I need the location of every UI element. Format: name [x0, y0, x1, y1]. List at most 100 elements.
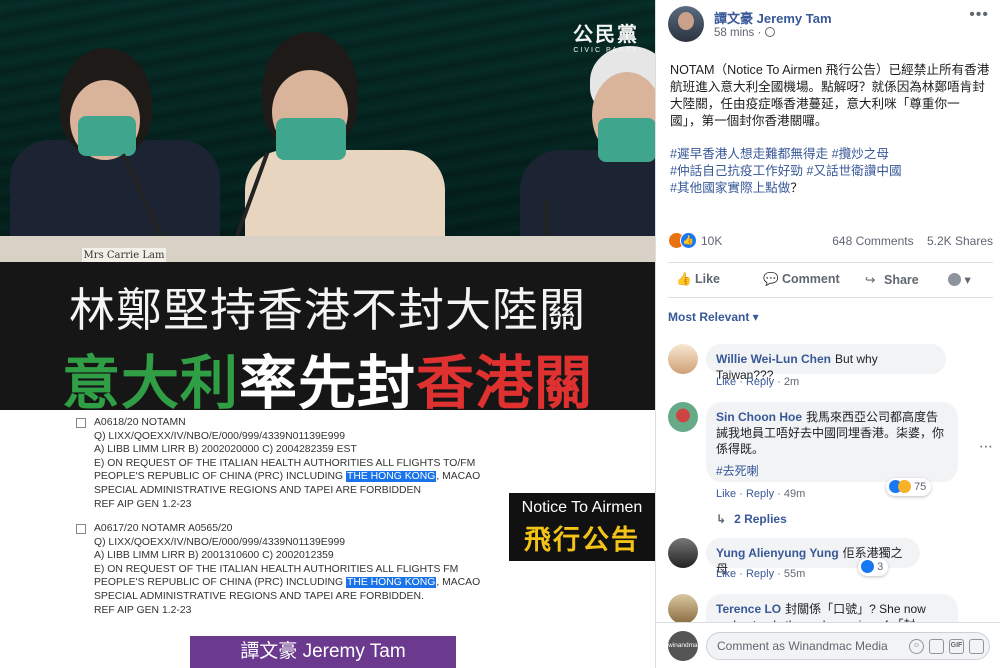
share-button[interactable]: ↪ Share	[865, 272, 919, 287]
notam-line: REF AIP GEN 1.2-23	[94, 604, 192, 616]
more-options-icon[interactable]: •••	[969, 6, 989, 24]
commenter-name[interactable]: Terence LO	[716, 602, 781, 616]
comment-actions: Like · Reply · 2m	[716, 376, 800, 388]
smiley-icon[interactable]: ☺	[909, 639, 924, 654]
commenter-name[interactable]: Sin Choon Hoe	[716, 410, 802, 424]
comment-reactions[interactable]: 3	[858, 558, 889, 576]
sad-reaction-icon	[898, 480, 911, 493]
hashtag-link[interactable]: #又話世衛讚中國	[806, 164, 901, 178]
screenshot: Mrs Carrie Lam 公民黨 CIVIC PARTY 林鄭堅持香港不封大…	[0, 0, 1000, 668]
comment-button[interactable]: 💬 Comment	[763, 272, 840, 287]
headline-part: 意大利	[61, 351, 239, 416]
post-meta: 58 mins ·	[714, 27, 775, 39]
notam-line: E) ON REQUEST OF THE ITALIAN HEALTH AUTH…	[94, 563, 459, 575]
globe-icon	[948, 273, 961, 286]
notam-line: PEOPLE'S REPUBLIC OF CHINA (PRC) INCLUDI…	[94, 576, 480, 590]
notam-line: Q) LIXX/QOEXX/IV/NBO/E/000/999/4339N0113…	[94, 430, 346, 442]
share-button-label: Share	[884, 273, 919, 287]
party-logo-zh: 公民黨	[573, 24, 639, 46]
audience-selector[interactable]: ▾	[948, 272, 971, 287]
commenter-avatar[interactable]	[668, 402, 698, 432]
post-counts: 648 Comments 5.2K Shares	[832, 234, 993, 248]
comment-bubble: Yung Alienyung Yung 佢系港獨之母	[706, 538, 920, 576]
hashtag-link[interactable]: #遲早香港人想走難都無得走	[670, 147, 828, 161]
notam-tag: Notice To Airmen 飛行公告	[509, 493, 655, 561]
notam-line: PEOPLE'S REPUBLIC OF CHINA (PRC) INCLUDI…	[94, 470, 480, 484]
comment-reaction-count: 75	[914, 481, 927, 493]
post-image[interactable]: Mrs Carrie Lam 公民黨 CIVIC PARTY 林鄭堅持香港不封大…	[0, 0, 655, 668]
sticker-icon[interactable]	[969, 639, 984, 654]
post-hashtags: #遲早香港人想走難都無得走 #攬炒之母 #仲話自己抗疫工作好勁 #又話世衛讚中國 #…	[670, 146, 990, 197]
view-replies-link[interactable]: ↳ 2 Replies	[716, 512, 787, 526]
post-text: NOTAM（Notice To Airmen 飛行公告）已經禁止所有香港航班進入…	[670, 63, 990, 128]
comment-time[interactable]: 49m	[784, 488, 805, 500]
comment-composer: winandmac Comment as Winandmac Media ☺ G…	[656, 622, 1000, 668]
replies-count: 2 Replies	[734, 512, 787, 526]
hashtag-link[interactable]: #仲話自己抗疫工作好勁	[670, 164, 803, 178]
headline-banner: 林鄭堅持香港不封大陸關 意大利率先封香港關	[0, 262, 655, 416]
like-reaction-icon: 👍	[680, 232, 697, 249]
notam-text: PEOPLE'S REPUBLIC OF CHINA (PRC) INCLUDI…	[94, 471, 346, 483]
reply-arrow-icon: ↳	[716, 512, 727, 526]
comment-button-label: Comment	[782, 272, 840, 286]
comment-reply-link[interactable]: Reply	[746, 376, 774, 388]
like-button[interactable]: 👍 Like	[676, 272, 720, 287]
comment-bubble: Sin Choon Hoe 我馬來西亞公司都高度告誡我地員工唔好去中國同埋香港。柒…	[706, 402, 958, 482]
comment-like-link[interactable]: Like	[716, 376, 736, 388]
gif-icon[interactable]: GIF	[949, 639, 964, 654]
comments-count[interactable]: 648 Comments	[832, 234, 913, 248]
composer-avatar[interactable]: winandmac	[668, 631, 701, 661]
notam-entry: A0617/20 NOTAMR A0565/20 Q) LIXX/QOEXX/IV…	[76, 522, 480, 617]
comment-more-icon[interactable]: ⋯	[979, 438, 993, 455]
commenter-avatar[interactable]	[668, 594, 698, 624]
headline-line1: 林鄭堅持香港不封大陸關	[69, 284, 586, 336]
hashtag-suffix: ？	[790, 181, 803, 195]
comment-hashtag[interactable]: #去死喇	[716, 463, 948, 479]
hashtag-link[interactable]: #其他國家實際上點做	[670, 181, 790, 195]
comment-input[interactable]: Comment as Winandmac Media ☺ GIF	[706, 632, 990, 660]
notam-tag-zh: 飛行公告	[524, 525, 640, 555]
chevron-down-icon: ▾	[964, 273, 971, 287]
comment-icon: 💬	[763, 272, 779, 286]
press-conference-photo: Mrs Carrie Lam 公民黨 CIVIC PARTY	[0, 0, 655, 270]
commenter-avatar[interactable]	[668, 344, 698, 374]
notam-line: Q) LIXX/QOEXX/IV/NBO/E/000/999/4339N0113…	[94, 536, 346, 548]
post-actions: 👍 Like 💬 Comment ↪ Share ▾	[668, 262, 993, 298]
comment-like-link[interactable]: Like	[716, 488, 736, 500]
author-avatar[interactable]	[668, 6, 704, 42]
notam-line: SPECIAL ADMINISTRATIVE REGIONS AND TAPEI…	[94, 484, 421, 496]
notam-line: A) LIBB LIMM LIRR B) 2002020000 C) 20042…	[94, 444, 357, 456]
facebook-post-panel: 譚文豪 Jeremy Tam 58 mins · ••• NOTAM（Notic…	[655, 0, 1000, 668]
comment-time[interactable]: 55m	[784, 568, 805, 580]
comment-reactions[interactable]: 75	[886, 478, 932, 496]
commenter-avatar[interactable]	[668, 538, 698, 568]
thumbs-up-icon: 👍	[676, 272, 692, 286]
commenter-name[interactable]: Willie Wei-Lun Chen	[716, 352, 831, 366]
notam-lines: A0617/20 NOTAMR A0565/20 Q) LIXX/QOEXX/IV…	[94, 522, 480, 617]
hashtag-link[interactable]: #攬炒之母	[832, 147, 889, 161]
nameplate: Mrs Carrie Lam	[82, 248, 166, 262]
notam-text: , MACAO	[436, 471, 481, 483]
headline-part: 率先封	[238, 351, 416, 416]
notam-tag-en: Notice To Airmen	[521, 499, 643, 516]
post-time[interactable]: 58 mins	[714, 27, 754, 39]
camera-icon[interactable]	[929, 639, 944, 654]
comment-bubble: Willie Wei-Lun Chen But why Taiwan???	[706, 344, 946, 382]
credit-bar: 譚文豪 Jeremy Tam	[190, 636, 456, 668]
post-author[interactable]: 譚文豪 Jeremy Tam	[714, 8, 832, 27]
headline-part: 香港關	[416, 351, 594, 416]
comment-like-link[interactable]: Like	[716, 568, 736, 580]
share-icon: ↪	[865, 273, 876, 287]
comment-actions: Like · Reply · 49m	[716, 488, 806, 500]
comment-reply-link[interactable]: Reply	[746, 488, 774, 500]
notam-line: E) ON REQUEST OF THE ITALIAN HEALTH AUTH…	[94, 457, 476, 469]
comment-sort-dropdown[interactable]: Most Relevant ▾	[668, 310, 759, 324]
comment-reply-link[interactable]: Reply	[746, 568, 774, 580]
comment-reaction-count: 3	[877, 561, 884, 573]
reaction-count[interactable]: 10K	[701, 234, 722, 248]
comment-time[interactable]: 2m	[784, 376, 799, 388]
notam-entry: A0618/20 NOTAMN Q) LIXX/QOEXX/IV/NBO/E/00…	[76, 416, 480, 511]
reactions-summary[interactable]: 👍 10K 648 Comments 5.2K Shares	[668, 232, 993, 252]
shares-count[interactable]: 5.2K Shares	[927, 234, 993, 248]
commenter-name[interactable]: Yung Alienyung Yung	[716, 546, 839, 560]
